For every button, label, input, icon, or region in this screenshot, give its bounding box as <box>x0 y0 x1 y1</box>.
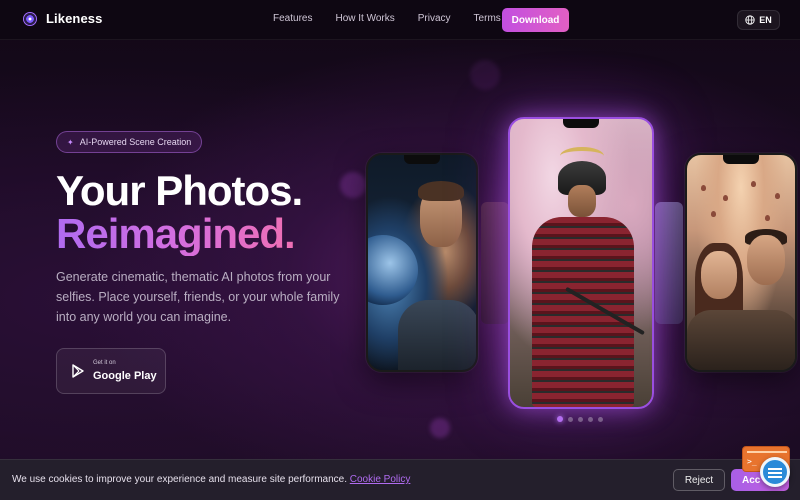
nav-link-features[interactable]: Features <box>273 13 312 24</box>
carousel-dot[interactable] <box>568 416 573 422</box>
balloon-image <box>723 195 728 201</box>
nav-link-how-it-works[interactable]: How It Works <box>335 13 394 24</box>
carousel-dot[interactable] <box>598 416 603 422</box>
cookie-text: We use cookies to improve your experienc… <box>12 474 347 485</box>
woman-face-image <box>701 251 737 299</box>
nav-links: Features How It Works Privacy Terms <box>273 13 524 24</box>
balloon-image <box>751 181 756 187</box>
decorative-orb <box>470 60 500 90</box>
decorative-orb <box>430 418 450 438</box>
balloon-image <box>701 185 706 191</box>
hero-description: Generate cinematic, thematic AI photos f… <box>56 270 340 324</box>
hero-title-line1: Your Photos. <box>56 167 303 214</box>
likeness-logo-icon <box>23 11 37 26</box>
phone-notch <box>563 119 599 128</box>
menu-line <box>768 468 782 470</box>
spacesuit-image <box>398 300 476 370</box>
google-play-label: Google Play <box>93 370 157 382</box>
google-play-button[interactable]: Get it on Google Play <box>56 348 166 394</box>
carousel-dot[interactable] <box>557 416 563 422</box>
brand[interactable]: Likeness <box>23 11 102 26</box>
badge-label: AI-Powered Scene Creation <box>79 137 192 147</box>
cookie-banner: We use cookies to improve your experienc… <box>0 459 800 500</box>
phone-mockup-couple[interactable] <box>685 153 797 372</box>
nav-link-privacy[interactable]: Privacy <box>418 13 451 24</box>
samurai-face-image <box>568 185 596 217</box>
nav-link-terms[interactable]: Terms <box>474 13 501 24</box>
feature-badge: ✦ AI-Powered Scene Creation <box>56 131 203 153</box>
top-navigation: Likeness Features How It Works Privacy T… <box>0 0 800 40</box>
couple-body-image <box>687 310 795 370</box>
download-button[interactable]: Download <box>502 8 569 32</box>
terminal-titlebar <box>747 451 787 453</box>
google-play-icon <box>72 364 84 378</box>
balloon-image <box>775 193 780 199</box>
menu-line <box>768 472 782 474</box>
carousel-peek-left <box>481 202 509 324</box>
globe-icon <box>745 15 755 25</box>
google-play-small-label: Get it on <box>93 360 116 366</box>
reject-cookies-button[interactable]: Reject <box>673 469 725 491</box>
planet-image <box>368 235 418 305</box>
carousel-peek-right <box>655 202 683 324</box>
astronaut-hair-image <box>418 181 464 201</box>
terminal-prompt-icon: >_ <box>747 457 757 466</box>
hero-title-line2: Reimagined. <box>56 210 296 257</box>
decorative-orb <box>340 172 366 198</box>
menu-line <box>768 476 782 478</box>
carousel-dot[interactable] <box>578 416 583 422</box>
phone-notch <box>723 155 759 164</box>
phone-notch <box>404 155 440 164</box>
cookie-message: We use cookies to improve your experienc… <box>12 474 410 485</box>
phone-mockup-samurai[interactable] <box>508 117 654 409</box>
language-label: EN <box>759 15 772 25</box>
sparkle-icon: ✦ <box>67 137 74 147</box>
cookie-policy-link[interactable]: Cookie Policy <box>350 474 411 485</box>
carousel-pagination <box>557 416 603 422</box>
phone-mockup-astronaut[interactable] <box>366 153 478 372</box>
chat-widget-icon[interactable] <box>760 457 790 487</box>
brand-name: Likeness <box>46 11 103 26</box>
balloon-image <box>765 215 770 221</box>
samurai-armor-image <box>532 217 634 407</box>
man-face-image <box>747 235 785 285</box>
language-selector[interactable]: EN <box>737 10 780 30</box>
carousel-dot[interactable] <box>588 416 593 422</box>
balloon-image <box>711 211 716 217</box>
